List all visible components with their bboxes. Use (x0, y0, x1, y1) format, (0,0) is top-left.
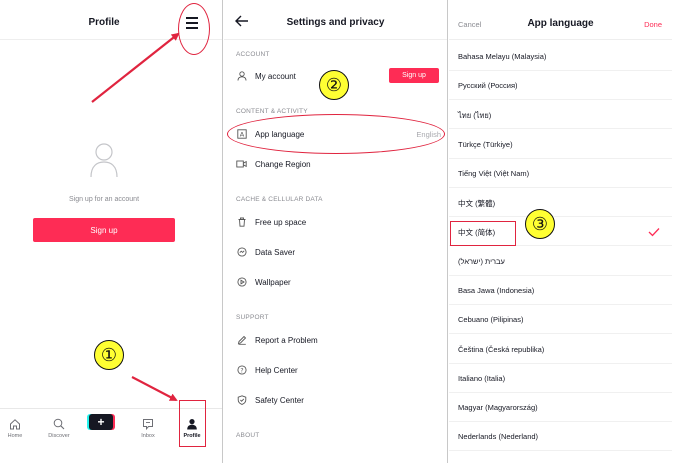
settings-item-label: Help Center (255, 365, 298, 375)
step-marker-3: ③ (525, 209, 555, 239)
language-option-label: ไทย (ไทย) (458, 111, 492, 120)
language-option[interactable]: Русский (Россия) (449, 71, 672, 100)
app-language-header: Cancel App language Done (449, 0, 672, 40)
tab-discover[interactable]: Discover (45, 418, 73, 439)
language-option-label: Türkçe (Türkiye) (458, 140, 513, 149)
shield-icon (236, 395, 247, 406)
avatar-placeholder-icon (90, 143, 118, 178)
settings-item-label: My account (255, 71, 296, 81)
settings-item-label: Data Saver (255, 247, 296, 257)
wallpaper-icon (236, 277, 247, 288)
language-option-label: 中文 (繁體) (458, 199, 496, 208)
language-option-label: עברית (ישראל) (458, 257, 505, 266)
data-saver-icon (236, 247, 247, 258)
page-title: App language (527, 18, 594, 29)
language-option[interactable]: Čeština (Česká republika) (449, 335, 672, 364)
pencil-icon (236, 335, 247, 346)
video-camera-icon (236, 159, 247, 170)
language-option[interactable]: Basa Jawa (Indonesia) (449, 276, 672, 305)
language-option[interactable]: Italiano (Italia) (449, 364, 672, 393)
settings-item-label: Change Region (255, 159, 311, 169)
home-icon (10, 419, 20, 430)
language-option[interactable]: Bahasa Melayu (Malaysia) (449, 42, 672, 71)
settings-item-label: Safety Center (255, 395, 304, 405)
settings-item-label: Free up space (255, 217, 307, 227)
language-option-label: Русский (Россия) (458, 81, 518, 90)
section-label-account: ACCOUNT (236, 51, 270, 58)
inbox-icon (143, 419, 153, 430)
settings-item-safety-center[interactable]: Safety Center (236, 392, 441, 408)
settings-item-label: Wallpaper (255, 277, 291, 287)
language-option-label: Italiano (Italia) (458, 374, 506, 383)
language-option-label: Cebuano (Pilipinas) (458, 315, 524, 324)
tab-inbox[interactable]: Inbox (134, 418, 162, 439)
settings-item-help-center[interactable]: ? Help Center (236, 362, 441, 378)
language-option-label: Nederlands (Nederland) (458, 432, 539, 441)
settings-item-wallpaper[interactable]: Wallpaper (236, 274, 441, 290)
language-option[interactable]: ไทย (ไทย) (449, 100, 672, 129)
tab-label-discover: Discover (48, 433, 70, 439)
person-outline-icon (236, 71, 247, 82)
signup-button[interactable]: Sign up (33, 218, 175, 242)
tab-label-home: Home (7, 433, 23, 439)
language-option-label: Magyar (Magyarország) (458, 403, 538, 412)
profile-screen: Profile Sign up for an account Sign up H… (0, 0, 222, 463)
annotation-ellipse-app-language (227, 114, 445, 154)
language-option[interactable]: Magyar (Magyarország) (449, 393, 672, 422)
language-option-label: Basa Jawa (Indonesia) (458, 286, 535, 295)
trash-icon (236, 217, 247, 228)
language-option[interactable]: 中文 (繁體) (449, 188, 672, 217)
done-button[interactable]: Done (644, 20, 662, 29)
step-marker-2: ② (319, 70, 349, 100)
panel-divider (222, 0, 223, 463)
language-option-label: Tiếng Việt (Việt Nam) (458, 169, 530, 178)
language-option[interactable]: עברית (ישראל) (449, 247, 672, 276)
section-label-about: ABOUT (236, 432, 260, 439)
search-icon (53, 418, 65, 430)
language-option-label: Čeština (Česká republika) (458, 345, 545, 354)
section-label-cache: CACHE & CELLULAR DATA (236, 196, 323, 203)
tab-label-inbox: Inbox (141, 433, 155, 439)
page-title: Settings and privacy (286, 17, 385, 28)
settings-item-data-saver[interactable]: Data Saver (236, 244, 441, 260)
settings-item-free-up-space[interactable]: Free up space (236, 214, 441, 230)
signup-button-small[interactable]: Sign up (389, 68, 439, 83)
language-option-label: Bahasa Melayu (Malaysia) (458, 52, 547, 61)
annotation-box-language (450, 221, 516, 246)
language-option[interactable]: Cebuano (Pilipinas) (449, 305, 672, 334)
settings-item-label: Report a Problem (255, 335, 318, 345)
svg-text:?: ? (240, 367, 243, 374)
language-option[interactable]: Nederlands (Nederland) (449, 422, 672, 451)
create-video-button[interactable]: + (89, 414, 113, 430)
tab-home[interactable]: Home (1, 418, 29, 439)
language-option[interactable]: Türkçe (Türkiye) (449, 130, 672, 159)
section-label-support: SUPPORT (236, 314, 269, 321)
help-icon: ? (236, 365, 247, 376)
panel-divider (447, 0, 448, 463)
annotation-box-profile (179, 400, 206, 447)
settings-header: Settings and privacy (224, 0, 447, 40)
page-title: Profile (88, 17, 120, 28)
settings-item-change-region[interactable]: Change Region (236, 156, 441, 172)
annotation-circle-menu (178, 3, 210, 55)
settings-item-report-problem[interactable]: Report a Problem (236, 332, 441, 348)
step-marker-1: ① (94, 340, 124, 370)
language-option[interactable]: Tiếng Việt (Việt Nam) (449, 159, 672, 188)
checkmark-icon (648, 228, 660, 237)
signup-prompt-text: Sign up for an account (68, 196, 140, 203)
section-label-content: CONTENT & ACTIVITY (236, 108, 308, 115)
